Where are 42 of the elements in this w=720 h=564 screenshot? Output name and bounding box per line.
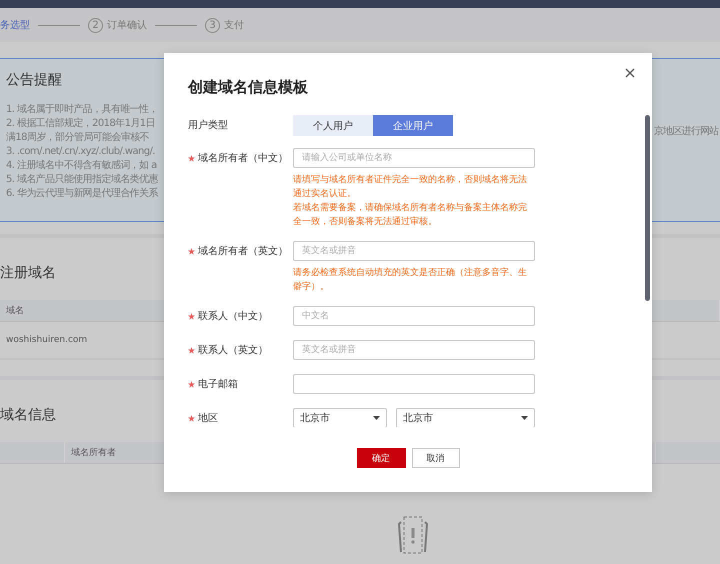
table-cell-text: woshishuiren.com <box>5 335 88 345</box>
section-title: 注册域名 <box>0 264 56 282</box>
text-field[interactable]: 英文名或拼音 <box>293 340 535 360</box>
notice-title: 公告提醒 <box>6 71 62 89</box>
notice-line: 京地区进行网站 <box>654 125 718 139</box>
caret-icon <box>373 416 380 420</box>
region-select[interactable]: 北京市 <box>396 408 535 427</box>
section-title: 域名信息 <box>0 406 56 424</box>
confirm-button[interactable]: 确定 <box>356 448 406 468</box>
close-icon <box>624 67 636 79</box>
notice-line: 4. 注册域名中不得含有敏感词，如 a <box>6 159 157 173</box>
text-field[interactable] <box>293 374 535 394</box>
text-field[interactable]: 英文名或拼音 <box>293 241 535 261</box>
field-label: 电子邮箱 <box>164 374 293 394</box>
field-label: 用户类型 <box>187 118 229 133</box>
notice-line: 3. .com/.net/.cn/.xyz/.club/.wang/. <box>6 145 155 159</box>
user-type-option[interactable]: 个人用户 <box>293 115 373 136</box>
notice-line: 2. 根据工信部规定，2018年1月1日 <box>6 117 155 131</box>
text-field[interactable]: 中文名 <box>293 306 535 326</box>
hint-text: 若域名需要备案，请确保域名所有者名称与备案主体名称完全一致，否则备案将无法通过审核。 <box>293 201 528 229</box>
step-number: 3 <box>205 18 220 32</box>
step-label: 支付 <box>224 18 244 32</box>
cancel-button[interactable]: 取消 <box>412 448 460 468</box>
text-field[interactable]: 请输入公司或单位名称 <box>293 148 535 168</box>
step-label: 务选型 <box>0 18 30 32</box>
step-label: 订单确认 <box>107 18 147 32</box>
field-label: 域名所有者（中文） <box>164 148 293 168</box>
scrollbar[interactable] <box>645 115 650 301</box>
hint-text: 请填写与域名所有者证件完全一致的名称，否则域名将无法通过实名认证。 <box>293 174 528 201</box>
dialog-title: 创建域名信息模板 <box>188 78 308 98</box>
field-label: 地区 <box>164 408 293 427</box>
hint-text: 请务必检查系统自动填充的英文是否正确（注意多音字、生僻字）。 <box>293 266 528 294</box>
field-label: 联系人（英文） <box>164 340 293 360</box>
notice-line: 6. 华为云代理与新网是代理合作关系 <box>6 187 158 201</box>
notice-line: 1. 域名属于即时产品，具有唯一性， <box>6 103 158 117</box>
caret-icon <box>521 416 528 420</box>
step-number: 2 <box>88 18 103 32</box>
notice-line: 5. 域名产品只能使用指定域名类优惠 <box>6 173 158 187</box>
region-select[interactable]: 北京市 <box>293 408 387 427</box>
field-label: 域名所有者（英文） <box>164 241 293 261</box>
notice-line: 满18周岁，部分管局可能会审核不 <box>6 131 150 145</box>
user-type-option[interactable]: 企业用户 <box>373 115 453 136</box>
